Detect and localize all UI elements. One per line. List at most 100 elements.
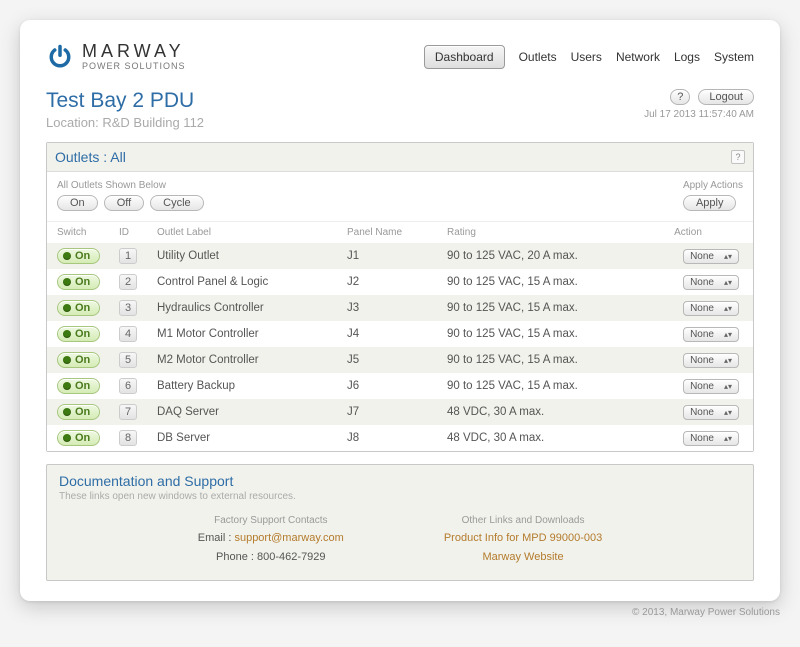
chevron-up-down-icon: ▴▾ xyxy=(724,356,732,365)
col-action: Action xyxy=(637,227,743,238)
outlet-panel-name: J8 xyxy=(347,432,447,444)
outlet-switch[interactable]: On xyxy=(57,352,100,368)
outlet-panel-name: J6 xyxy=(347,380,447,392)
help-button[interactable]: ? xyxy=(670,89,690,105)
outlet-label: Control Panel & Logic xyxy=(157,276,347,288)
outlet-id-chip[interactable]: 3 xyxy=(119,300,137,316)
table-row: On5M2 Motor ControllerJ590 to 125 VAC, 1… xyxy=(47,347,753,373)
outlet-action-select[interactable]: None ▴▾ xyxy=(683,353,739,368)
support-phone: 800-462-7929 xyxy=(257,551,326,563)
copyright-footer: © 2013, Marway Power Solutions xyxy=(20,607,780,618)
col-rating: Rating xyxy=(447,227,637,238)
outlet-action-select[interactable]: None▴▾ xyxy=(683,327,739,342)
outlet-switch[interactable]: On xyxy=(57,326,100,342)
outlet-label: M1 Motor Controller xyxy=(157,328,347,340)
support-email-link[interactable]: support@marway.com xyxy=(234,532,343,544)
col-switch: Switch xyxy=(57,227,119,238)
action-select-value: None xyxy=(690,407,714,418)
support-contacts-header: Factory Support Contacts xyxy=(198,512,344,529)
outlet-rating: 48 VDC, 30 A max. xyxy=(447,406,637,418)
switch-label: On xyxy=(75,432,90,444)
brand-power-icon xyxy=(46,43,74,71)
product-info-link[interactable]: Product Info for MPD 99000-003 xyxy=(444,532,602,544)
table-row: On2Control Panel & LogicJ290 to 125 VAC,… xyxy=(47,269,753,295)
table-row: On1Utility OutletJ190 to 125 VAC, 20 A m… xyxy=(47,243,753,269)
outlet-label: Utility Outlet xyxy=(157,250,347,262)
app-card: MARWAY POWER SOLUTIONS Dashboard Outlets… xyxy=(20,20,780,601)
switch-label: On xyxy=(75,354,90,366)
outlets-table: Switch ID Outlet Label Panel Name Rating… xyxy=(47,221,753,451)
logout-button[interactable]: Logout xyxy=(698,89,754,105)
outlets-panel: Outlets : All ? All Outlets Shown Below … xyxy=(46,142,754,452)
outlet-id-chip[interactable]: 6 xyxy=(119,378,137,394)
power-on-dot-icon xyxy=(63,252,71,260)
support-col-links: Other Links and Downloads Product Info f… xyxy=(444,512,602,566)
brand: MARWAY POWER SOLUTIONS xyxy=(46,42,186,71)
outlet-action-select[interactable]: None ▴▾ xyxy=(683,405,739,420)
outlet-action-select[interactable]: None▴▾ xyxy=(683,431,739,446)
outlet-label: M2 Motor Controller xyxy=(157,354,347,366)
outlet-id-chip[interactable]: 2 xyxy=(119,274,137,290)
col-label: Outlet Label xyxy=(157,227,347,238)
brand-name: MARWAY xyxy=(82,42,186,60)
nav-link-network[interactable]: Network xyxy=(616,50,660,64)
chevron-up-down-icon: ▴▾ xyxy=(724,252,732,261)
outlet-action-select[interactable]: None ▴▾ xyxy=(683,275,739,290)
outlet-switch[interactable]: On xyxy=(57,300,100,316)
table-row: On7DAQ ServerJ748 VDC, 30 A max.None▴▾ xyxy=(47,399,753,425)
panel-help-icon[interactable]: ? xyxy=(731,150,745,164)
marway-website-link[interactable]: Marway Website xyxy=(482,551,563,563)
outlet-action-select[interactable]: None▴▾ xyxy=(683,379,739,394)
power-on-dot-icon xyxy=(63,330,71,338)
apply-caption: Apply Actions xyxy=(683,180,743,191)
nav-link-outlets[interactable]: Outlets xyxy=(519,50,557,64)
email-label: Email : xyxy=(198,532,235,544)
power-on-dot-icon xyxy=(63,434,71,442)
outlet-switch[interactable]: On xyxy=(57,404,100,420)
support-col-contacts: Factory Support Contacts Email : support… xyxy=(198,512,344,566)
outlet-switch[interactable]: On xyxy=(57,430,100,446)
outlet-id-chip[interactable]: 1 xyxy=(119,248,137,264)
support-title: Documentation and Support xyxy=(59,473,741,489)
chevron-up-down-icon: ▴▾ xyxy=(724,408,732,417)
nav-link-logs[interactable]: Logs xyxy=(674,50,700,64)
power-on-dot-icon xyxy=(63,382,71,390)
switch-label: On xyxy=(75,380,90,392)
action-select-value: None xyxy=(690,381,714,392)
apply-button[interactable]: Apply xyxy=(683,195,737,211)
nav-link-users[interactable]: Users xyxy=(571,50,602,64)
outlet-rating: 90 to 125 VAC, 20 A max. xyxy=(447,250,637,262)
outlet-id-chip[interactable]: 5 xyxy=(119,352,137,368)
bulk-cycle-button[interactable]: Cycle xyxy=(150,195,204,211)
outlet-switch[interactable]: On xyxy=(57,248,100,264)
outlet-panel-name: J2 xyxy=(347,276,447,288)
bulk-on-button[interactable]: On xyxy=(57,195,98,211)
support-subtitle: These links open new windows to external… xyxy=(59,491,741,502)
outlet-id-chip[interactable]: 7 xyxy=(119,404,137,420)
nav-link-system[interactable]: System xyxy=(714,50,754,64)
bulk-controls: All Outlets Shown Below On Off Cycle App… xyxy=(47,172,753,221)
chevron-up-down-icon: ▴▾ xyxy=(724,434,732,443)
outlet-rating: 90 to 125 VAC, 15 A max. xyxy=(447,354,637,366)
action-select-value: None xyxy=(690,303,714,314)
outlet-switch[interactable]: On xyxy=(57,378,100,394)
chevron-up-down-icon: ▴▾ xyxy=(724,330,732,339)
outlet-action-select[interactable]: None▴▾ xyxy=(683,249,739,264)
outlet-action-select[interactable]: None▴▾ xyxy=(683,301,739,316)
switch-label: On xyxy=(75,276,90,288)
bulk-off-button[interactable]: Off xyxy=(104,195,144,211)
col-id: ID xyxy=(119,227,157,238)
support-panel: Documentation and Support These links op… xyxy=(46,464,754,581)
chevron-up-down-icon: ▴▾ xyxy=(724,278,732,287)
outlet-switch[interactable]: On xyxy=(57,274,100,290)
outlets-panel-head: Outlets : All ? xyxy=(47,143,753,172)
outlet-panel-name: J3 xyxy=(347,302,447,314)
action-select-value: None xyxy=(690,355,714,366)
nav-dashboard-button[interactable]: Dashboard xyxy=(424,45,505,69)
outlet-id-chip[interactable]: 8 xyxy=(119,430,137,446)
outlet-rating: 90 to 125 VAC, 15 A max. xyxy=(447,380,637,392)
outlet-label: DB Server xyxy=(157,432,347,444)
outlet-id-chip[interactable]: 4 xyxy=(119,326,137,342)
switch-label: On xyxy=(75,406,90,418)
action-select-value: None xyxy=(690,277,714,288)
